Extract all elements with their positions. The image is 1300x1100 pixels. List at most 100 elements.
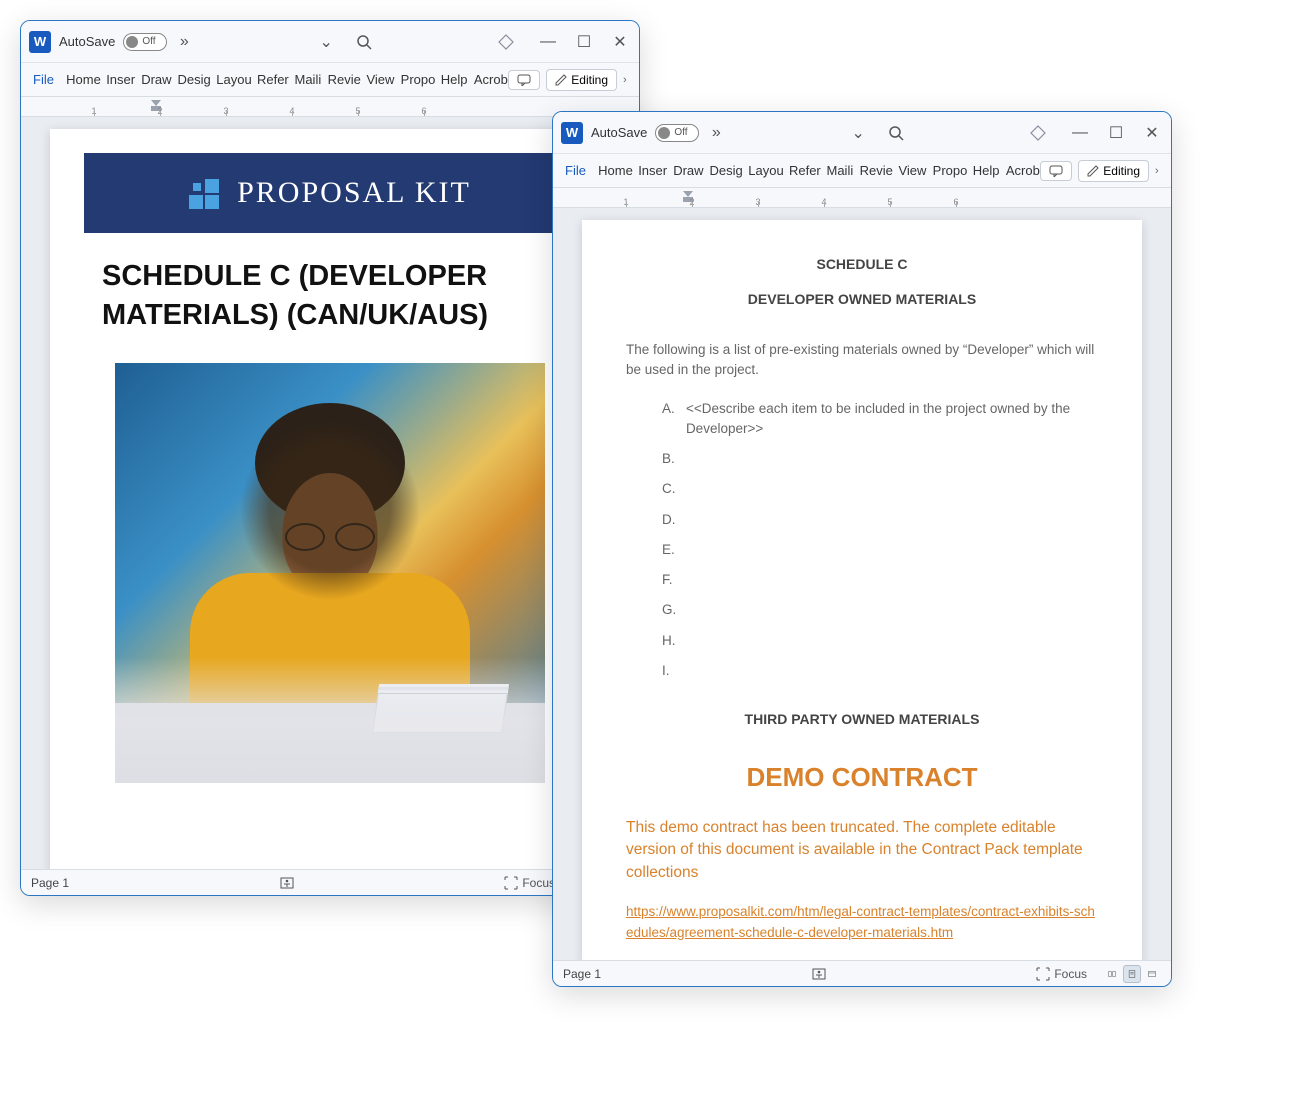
tab-help[interactable]: Help	[436, 66, 469, 93]
word-window-2: W AutoSave Off » ⌄ — ☐ ✕ File Home Inser…	[552, 111, 1172, 987]
document-title: SCHEDULE C (DEVELOPER MATERIALS) (CAN/UK…	[102, 257, 558, 335]
list-item: D.	[662, 510, 1098, 530]
list-item: C.	[662, 479, 1098, 499]
comments-button[interactable]	[1040, 161, 1072, 181]
comments-button[interactable]	[508, 70, 540, 90]
ruler[interactable]: 1 2 3 4 5 6	[21, 97, 639, 117]
maximize-button[interactable]: ☐	[1105, 124, 1127, 142]
tab-review[interactable]: Revie	[855, 157, 894, 184]
tab-review[interactable]: Revie	[323, 66, 362, 93]
focus-icon[interactable]: Focus	[1036, 965, 1087, 983]
items-list: A.<<Describe each item to be included in…	[662, 399, 1098, 682]
demo-link[interactable]: https://www.proposalkit.com/htm/legal-co…	[626, 904, 1095, 939]
diamond-icon[interactable]	[1029, 124, 1047, 142]
schedule-subheading: DEVELOPER OWNED MATERIALS	[626, 289, 1098, 310]
statusbar: Page 1 Focus	[21, 869, 639, 895]
titlebar: W AutoSave Off » ⌄ — ☐ ✕	[553, 112, 1171, 154]
illustration-image	[115, 363, 545, 783]
page[interactable]: SCHEDULE C DEVELOPER OWNED MATERIALS The…	[582, 220, 1142, 960]
list-item: G.	[662, 600, 1098, 620]
tab-mailings[interactable]: Maili	[822, 157, 855, 184]
document-area[interactable]: SCHEDULE C DEVELOPER OWNED MATERIALS The…	[553, 208, 1171, 960]
pencil-icon	[1087, 165, 1099, 177]
tab-proposal[interactable]: Propo	[396, 66, 436, 93]
intro-paragraph: The following is a list of pre-existing …	[626, 340, 1098, 381]
tab-design[interactable]: Desig	[173, 66, 212, 93]
statusbar: Page 1 Focus	[553, 960, 1171, 986]
tab-view[interactable]: View	[893, 157, 927, 184]
ribbon-overflow-icon[interactable]: ›	[1155, 165, 1165, 177]
minimize-button[interactable]: —	[1069, 124, 1091, 142]
tab-layout[interactable]: Layou	[211, 66, 252, 93]
web-layout-icon[interactable]	[1143, 965, 1161, 983]
tab-file[interactable]: File	[23, 66, 61, 93]
tab-references[interactable]: Refer	[784, 157, 822, 184]
list-item: B.	[662, 449, 1098, 469]
tab-draw[interactable]: Draw	[136, 66, 172, 93]
word-app-icon: W	[561, 122, 583, 144]
tab-references[interactable]: Refer	[252, 66, 290, 93]
page[interactable]: PROPOSAL KIT SCHEDULE C (DEVELOPER MATER…	[50, 129, 610, 869]
list-item: F.	[662, 570, 1098, 590]
brand-text: PROPOSAL KIT	[237, 176, 471, 210]
tab-insert[interactable]: Inser	[101, 66, 136, 93]
autosave-toggle[interactable]: Off	[655, 124, 699, 142]
autosave-label: AutoSave	[59, 34, 115, 49]
ruler[interactable]: 1 2 3 4 5 6	[553, 188, 1171, 208]
ribbon: File Home Inser Draw Desig Layou Refer M…	[553, 154, 1171, 188]
tab-home[interactable]: Home	[61, 66, 101, 93]
tab-view[interactable]: View	[361, 66, 395, 93]
tab-layout[interactable]: Layou	[743, 157, 784, 184]
tab-acrobat[interactable]: Acrob	[469, 66, 508, 93]
tab-insert[interactable]: Inser	[633, 157, 668, 184]
brand-banner: PROPOSAL KIT	[84, 153, 576, 233]
accessibility-icon[interactable]	[278, 874, 296, 892]
tab-design[interactable]: Desig	[705, 157, 744, 184]
view-buttons	[1103, 965, 1161, 983]
tab-file[interactable]: File	[555, 157, 593, 184]
qat-overflow-icon[interactable]: »	[175, 33, 193, 51]
chevron-down-icon[interactable]: ⌄	[317, 33, 335, 51]
page-number-status[interactable]: Page 1	[31, 876, 69, 890]
tab-proposal[interactable]: Propo	[928, 157, 968, 184]
tab-home[interactable]: Home	[593, 157, 633, 184]
autosave-toggle[interactable]: Off	[123, 33, 167, 51]
page-number-status[interactable]: Page 1	[563, 967, 601, 981]
pencil-icon	[555, 74, 567, 86]
minimize-button[interactable]: —	[537, 33, 559, 51]
close-button[interactable]: ✕	[609, 33, 631, 51]
qat-overflow-icon[interactable]: »	[707, 124, 725, 142]
focus-icon[interactable]: Focus	[504, 874, 555, 892]
demo-paragraph: This demo contract has been truncated. T…	[626, 817, 1098, 884]
ribbon-overflow-icon[interactable]: ›	[623, 74, 633, 86]
comment-icon	[517, 74, 531, 86]
chevron-down-icon[interactable]: ⌄	[849, 124, 867, 142]
list-item: H.	[662, 631, 1098, 651]
titlebar: W AutoSave Off » ⌄ — ☐ ✕	[21, 21, 639, 63]
tab-draw[interactable]: Draw	[668, 157, 704, 184]
editing-mode-button[interactable]: Editing	[546, 69, 617, 91]
list-item: E.	[662, 540, 1098, 560]
word-window-1: W AutoSave Off » ⌄ — ☐ ✕ File Home Inser…	[20, 20, 640, 896]
tab-help[interactable]: Help	[968, 157, 1001, 184]
close-button[interactable]: ✕	[1141, 124, 1163, 142]
search-icon[interactable]	[355, 33, 373, 51]
schedule-heading: SCHEDULE C	[626, 254, 1098, 275]
tab-acrobat[interactable]: Acrob	[1001, 157, 1040, 184]
accessibility-icon[interactable]	[810, 965, 828, 983]
third-party-heading: THIRD PARTY OWNED MATERIALS	[626, 709, 1098, 730]
word-app-icon: W	[29, 31, 51, 53]
editing-mode-button[interactable]: Editing	[1078, 160, 1149, 182]
read-mode-icon[interactable]	[1103, 965, 1121, 983]
print-layout-icon[interactable]	[1123, 965, 1141, 983]
document-area[interactable]: PROPOSAL KIT SCHEDULE C (DEVELOPER MATER…	[21, 117, 639, 869]
list-item: A.<<Describe each item to be included in…	[662, 399, 1098, 440]
search-icon[interactable]	[887, 124, 905, 142]
diamond-icon[interactable]	[497, 33, 515, 51]
demo-heading: DEMO CONTRACT	[626, 758, 1098, 797]
tab-mailings[interactable]: Maili	[290, 66, 323, 93]
autosave-label: AutoSave	[591, 125, 647, 140]
maximize-button[interactable]: ☐	[573, 33, 595, 51]
list-item: I.	[662, 661, 1098, 681]
comment-icon	[1049, 165, 1063, 177]
